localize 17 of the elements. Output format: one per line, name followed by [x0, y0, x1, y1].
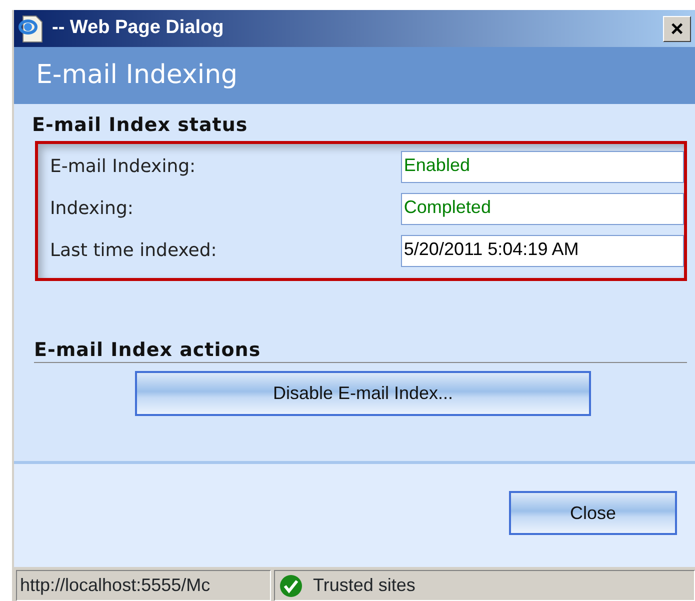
dialog-header: E-mail Indexing	[14, 47, 695, 104]
field-label: Indexing:	[50, 197, 134, 222]
close-button[interactable]: ×	[663, 16, 691, 42]
field-label: Last time indexed:	[50, 239, 218, 264]
zone-label: Trusted sites	[313, 574, 416, 597]
close-button[interactable]: Close	[509, 491, 677, 535]
section-heading: E-mail Index status	[32, 114, 249, 137]
text-field[interactable]: Completed	[400, 192, 684, 225]
section-heading: E-mail Index actions	[34, 338, 687, 363]
text-field[interactable]: 5/20/2011 5:04:19 AM	[400, 234, 684, 267]
window-title: -- Web Page Dialog	[52, 16, 224, 40]
text-field[interactable]: Enabled	[400, 150, 684, 183]
page-icon	[18, 14, 44, 42]
field-label: E-mail Indexing:	[50, 155, 197, 180]
check-icon	[279, 574, 303, 598]
action-button[interactable]: Disable E-mail Index...	[135, 370, 591, 416]
status-url: http://localhost:5555/Mc	[16, 570, 271, 601]
